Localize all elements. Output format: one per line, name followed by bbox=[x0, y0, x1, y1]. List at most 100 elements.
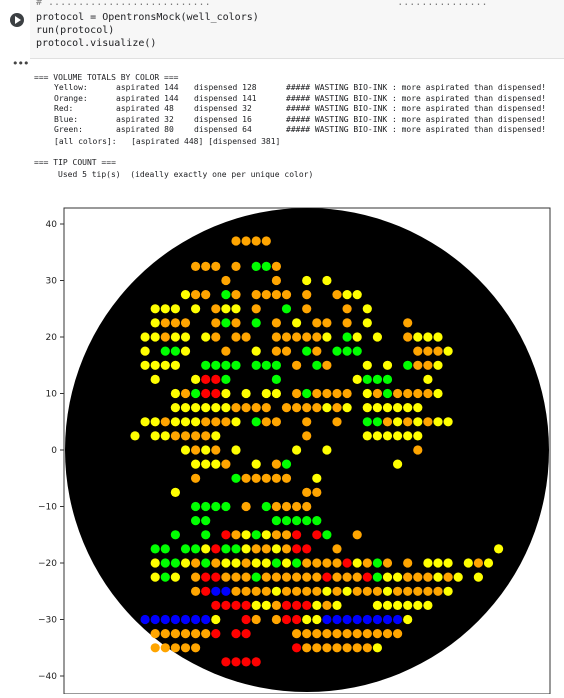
well-dot bbox=[170, 572, 180, 582]
well-dot bbox=[382, 614, 393, 625]
well-dot bbox=[393, 459, 403, 469]
well-dot bbox=[211, 360, 221, 370]
well-dot bbox=[352, 643, 362, 653]
well-dot bbox=[332, 388, 342, 399]
well-dot bbox=[302, 643, 312, 653]
well-dot bbox=[423, 417, 433, 427]
well-dot bbox=[312, 643, 322, 653]
well-dot bbox=[423, 346, 433, 356]
well-dot bbox=[150, 417, 160, 427]
well-dot bbox=[201, 445, 211, 455]
well-dot bbox=[281, 558, 292, 568]
well-dot bbox=[382, 374, 393, 384]
well-dot bbox=[150, 374, 160, 384]
well-dot bbox=[403, 586, 413, 596]
well-dot bbox=[302, 516, 312, 526]
well-dot bbox=[292, 516, 302, 526]
well-dot bbox=[332, 586, 342, 596]
well-dot bbox=[261, 403, 271, 413]
well-dot bbox=[342, 388, 352, 399]
well-dot bbox=[372, 572, 382, 582]
well-dot bbox=[221, 304, 231, 314]
well-dot bbox=[241, 614, 251, 625]
well-dot bbox=[261, 501, 271, 512]
well-dot bbox=[251, 459, 261, 469]
well-dot bbox=[201, 558, 211, 568]
well-dot bbox=[221, 403, 231, 413]
well-dot bbox=[160, 318, 170, 328]
well-dot bbox=[433, 417, 443, 427]
well-dot bbox=[423, 586, 433, 596]
well-dot bbox=[433, 360, 443, 370]
well-dot bbox=[342, 558, 352, 568]
well-dot bbox=[261, 261, 271, 271]
well-dot bbox=[302, 431, 312, 441]
run-cell-button[interactable] bbox=[10, 13, 24, 27]
row-green-name: Green: bbox=[54, 125, 83, 134]
well-dot bbox=[160, 629, 170, 639]
well-dot bbox=[211, 417, 221, 427]
well-dot bbox=[433, 558, 443, 568]
row-orange-warning: ##### WASTING BIO-INK : more aspirated t… bbox=[286, 93, 547, 103]
well-dot bbox=[302, 544, 312, 554]
well-dot bbox=[201, 501, 211, 512]
well-dot bbox=[403, 558, 413, 568]
well-dot bbox=[271, 275, 281, 286]
well-dot bbox=[201, 572, 211, 582]
well-dot bbox=[170, 417, 180, 427]
well-dot bbox=[362, 360, 372, 370]
well-dot bbox=[292, 360, 302, 370]
well-dot bbox=[453, 572, 463, 582]
well-dot bbox=[443, 586, 453, 596]
well-dot bbox=[332, 614, 342, 625]
well-dot bbox=[342, 304, 352, 314]
well-dot bbox=[281, 544, 292, 554]
code-line-3: protocol.visualize() bbox=[36, 38, 157, 49]
well-dot bbox=[423, 600, 433, 610]
well-dot bbox=[312, 318, 322, 328]
well-dot bbox=[403, 318, 413, 328]
well-dot bbox=[170, 558, 180, 568]
well-dot bbox=[221, 417, 231, 427]
well-dot bbox=[271, 261, 281, 271]
well-dot bbox=[322, 318, 332, 328]
well-dot bbox=[160, 544, 170, 554]
well-dot bbox=[251, 572, 261, 582]
well-dot bbox=[271, 614, 281, 625]
more-dots-icon[interactable]: ••• bbox=[12, 58, 29, 70]
well-dot bbox=[261, 558, 271, 568]
well-dot bbox=[261, 388, 271, 399]
well-dot bbox=[170, 388, 180, 399]
well-dot bbox=[180, 629, 191, 639]
well-dot bbox=[211, 572, 221, 582]
row-blue-warning: ##### WASTING BIO-INK : more aspirated t… bbox=[286, 114, 547, 124]
well-dot bbox=[211, 459, 221, 469]
well-dot bbox=[413, 346, 423, 356]
well-dot bbox=[433, 388, 443, 399]
row-blue-aspirated: aspirated 32 bbox=[116, 114, 174, 124]
well-dot bbox=[281, 346, 292, 356]
well-dot bbox=[251, 403, 261, 413]
well-dot bbox=[332, 290, 342, 300]
well-dot bbox=[483, 558, 494, 568]
well-dot bbox=[191, 643, 201, 653]
well-dot bbox=[362, 374, 372, 384]
well-dot bbox=[322, 388, 332, 399]
well-dot bbox=[221, 459, 231, 469]
well-dot bbox=[292, 530, 302, 540]
well-dot bbox=[403, 403, 413, 413]
well-dot bbox=[231, 332, 241, 342]
well-dot bbox=[261, 236, 271, 246]
well-dot bbox=[160, 332, 170, 342]
well-dot bbox=[382, 558, 393, 568]
row-yellow-warning: ##### WASTING BIO-INK : more aspirated t… bbox=[286, 83, 547, 92]
well-dot bbox=[302, 629, 312, 639]
well-dot bbox=[362, 629, 372, 639]
well-dot bbox=[221, 657, 231, 667]
well-dot bbox=[322, 614, 332, 625]
well-dot bbox=[221, 544, 231, 554]
well-dot bbox=[271, 473, 281, 483]
well-dot bbox=[140, 614, 150, 625]
well-dot bbox=[393, 614, 403, 625]
well-dot bbox=[312, 360, 322, 370]
